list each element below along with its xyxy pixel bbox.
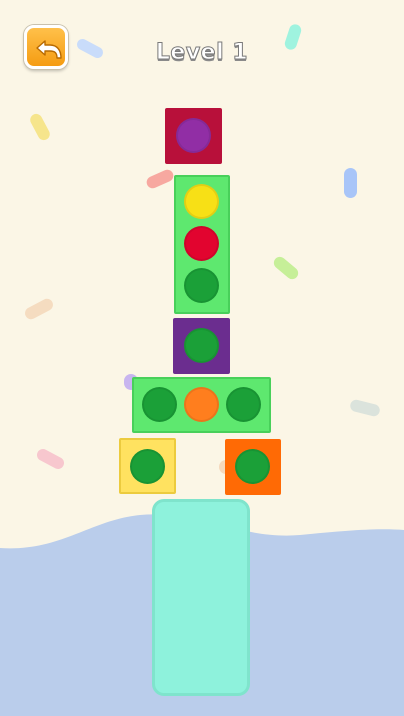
- confetti: [344, 168, 357, 198]
- green-dot: [226, 387, 261, 422]
- red-dot: [184, 226, 219, 261]
- green-vertical-block[interactable]: [174, 175, 230, 314]
- game-scene: Level 1: [0, 0, 404, 716]
- yellow-dot: [184, 184, 219, 219]
- orange-dot: [184, 387, 219, 422]
- crimson-block[interactable]: [165, 108, 222, 164]
- green-dot: [184, 328, 219, 363]
- green-dot: [142, 387, 177, 422]
- orange-block[interactable]: [225, 439, 281, 495]
- green-dot: [184, 268, 219, 303]
- yellow-block[interactable]: [119, 438, 176, 494]
- purple-block[interactable]: [173, 318, 230, 374]
- base-platform: [152, 499, 250, 696]
- green-dot: [130, 449, 165, 484]
- green-dot: [235, 449, 270, 484]
- purple-dot: [176, 118, 211, 153]
- level-title: Level 1: [155, 40, 249, 66]
- green-horizontal-block[interactable]: [132, 377, 271, 433]
